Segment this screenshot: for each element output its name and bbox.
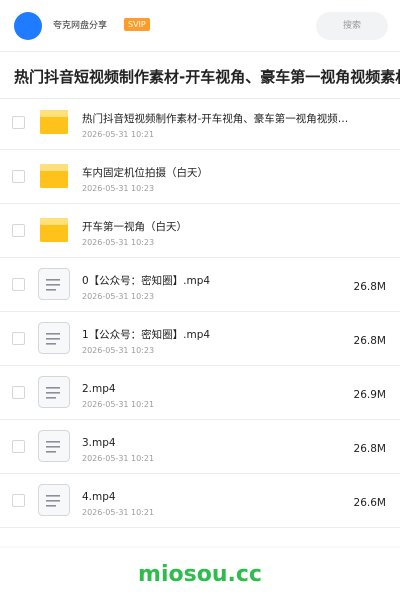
video-file-icon — [38, 322, 70, 354]
select-checkbox[interactable] — [12, 494, 25, 507]
file-list: 热门抖音短视频制作素材-开车视角、豪车第一视角视频素材 2026-05-31 1… — [0, 96, 400, 528]
file-name: 1【公众号：密知圈】.mp4 — [82, 329, 211, 341]
svip-badge: SVIP — [124, 18, 150, 31]
list-item[interactable]: 1【公众号：密知圈】.mp4 2026-05-31 10:23 26.8M — [0, 312, 400, 366]
select-checkbox[interactable] — [12, 278, 25, 291]
file-name: 0【公众号：密知圈】.mp4 — [82, 275, 211, 287]
file-date: 2026-05-31 10:23 — [82, 346, 155, 355]
list-item[interactable]: 4.mp4 2026-05-31 10:21 26.6M — [0, 474, 400, 528]
video-file-icon — [38, 430, 70, 462]
folder-icon — [38, 160, 70, 192]
file-size: 26.6M — [353, 497, 386, 509]
file-date: 2026-05-31 10:21 — [82, 400, 155, 409]
video-file-icon — [38, 268, 70, 300]
file-name: 热门抖音短视频制作素材-开车视角、豪车第一视角视频素材 — [82, 113, 352, 125]
file-size: 26.9M — [353, 389, 386, 401]
file-size: 26.8M — [353, 335, 386, 347]
list-item[interactable]: 0【公众号：密知圈】.mp4 2026-05-31 10:23 26.8M — [0, 258, 400, 312]
file-size: 26.8M — [353, 281, 386, 293]
watermark: miosou.cc — [138, 562, 262, 587]
file-size: 26.8M — [353, 443, 386, 455]
title-bar: 热门抖音短视频制作素材-开车视角、豪车第一视角视频素材 — [0, 53, 400, 99]
select-checkbox[interactable] — [12, 386, 25, 399]
video-file-icon — [38, 484, 70, 516]
file-name: 车内固定机位拍摄（白天） — [82, 167, 208, 179]
folder-icon — [38, 214, 70, 246]
file-name: 开车第一视角（白天） — [82, 221, 187, 233]
select-checkbox[interactable] — [12, 332, 25, 345]
footer: miosou.cc — [0, 548, 400, 600]
list-item[interactable]: 2.mp4 2026-05-31 10:21 26.9M — [0, 366, 400, 420]
top-bar: 夸克网盘分享 SVIP 搜索 — [0, 0, 400, 52]
file-date: 2026-05-31 10:21 — [82, 508, 155, 517]
file-date: 2026-05-31 10:23 — [82, 184, 155, 193]
user-name: 夸克网盘分享 — [53, 21, 108, 31]
file-date: 2026-05-31 10:21 — [82, 130, 155, 139]
avatar[interactable] — [14, 12, 42, 40]
file-date: 2026-05-31 10:21 — [82, 454, 155, 463]
select-checkbox[interactable] — [12, 170, 25, 183]
list-item[interactable]: 车内固定机位拍摄（白天） 2026-05-31 10:23 — [0, 150, 400, 204]
select-checkbox[interactable] — [12, 440, 25, 453]
file-name: 4.mp4 — [82, 491, 116, 503]
search-button[interactable]: 搜索 — [316, 12, 388, 40]
file-date: 2026-05-31 10:23 — [82, 238, 155, 247]
list-item[interactable]: 开车第一视角（白天） 2026-05-31 10:23 — [0, 204, 400, 258]
page-title: 热门抖音短视频制作素材-开车视角、豪车第一视角视频素材 — [14, 68, 400, 86]
file-name: 2.mp4 — [82, 383, 116, 395]
folder-icon — [38, 106, 70, 138]
file-name: 3.mp4 — [82, 437, 116, 449]
list-item[interactable]: 热门抖音短视频制作素材-开车视角、豪车第一视角视频素材 2026-05-31 1… — [0, 96, 400, 150]
video-file-icon — [38, 376, 70, 408]
select-checkbox[interactable] — [12, 116, 25, 129]
select-checkbox[interactable] — [12, 224, 25, 237]
file-date: 2026-05-31 10:23 — [82, 292, 155, 301]
list-item[interactable]: 3.mp4 2026-05-31 10:21 26.8M — [0, 420, 400, 474]
